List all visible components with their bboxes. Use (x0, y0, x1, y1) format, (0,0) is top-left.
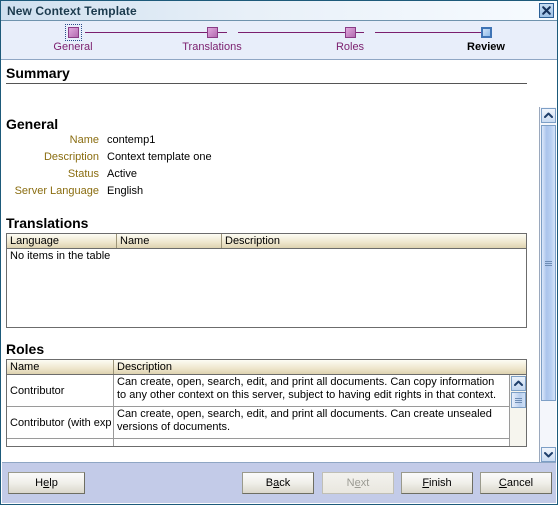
roles-table-header: Name Description (7, 360, 526, 375)
close-icon (542, 6, 551, 15)
role-description-cell: Can create, open, search, edit, and prin… (117, 408, 492, 433)
translations-col-language[interactable]: Language (7, 234, 117, 248)
roles-section-heading: Roles (6, 341, 45, 357)
field-label-status: Status (67, 168, 99, 180)
spacer-after-title (6, 84, 527, 112)
field-row-server-language: Server Language English (6, 185, 527, 202)
field-row-name: Name contemp1 (6, 134, 527, 151)
translations-table-header: Language Name Description (7, 234, 526, 249)
role-description-cell (114, 439, 509, 446)
table-row[interactable]: Contributor (with exp Can create, open, … (7, 407, 509, 439)
wizard-step-translations[interactable]: Translations (152, 21, 272, 53)
translations-table[interactable]: Language Name Description No items in th… (6, 233, 527, 328)
wizard-node-review (480, 27, 492, 38)
new-context-template-dialog: New Context Template General Translation… (0, 0, 558, 505)
window-title: New Context Template (7, 3, 137, 18)
back-button[interactable]: Back (242, 472, 314, 494)
close-button[interactable] (539, 3, 554, 18)
field-value-server-language: English (107, 185, 144, 197)
grip-icon (545, 260, 552, 266)
help-button[interactable]: Help (8, 472, 85, 494)
wizard-step-label-general: General (53, 41, 93, 53)
chevron-down-icon (544, 452, 553, 458)
summary-scroll-pane: Summary General Name contemp1 Descriptio… (2, 61, 557, 463)
wizard-step-roles[interactable]: Roles (290, 21, 410, 53)
field-value-status: Active (107, 168, 137, 180)
field-label-name: Name (69, 134, 99, 146)
roles-scroll-thumb[interactable] (510, 392, 526, 408)
general-field-list: Name contemp1 Description Context templa… (6, 134, 527, 202)
wizard-step-review[interactable]: Review (426, 21, 546, 53)
wizard-node-roles (344, 27, 356, 38)
roles-col-description[interactable]: Description (114, 360, 526, 374)
main-vertical-scrollbar[interactable] (539, 107, 556, 463)
page-title: Summary (6, 65, 70, 81)
table-row[interactable]: Contributor Can create, open, search, ed… (7, 375, 509, 407)
role-name-cell (7, 439, 114, 446)
wizard-step-bar: General Translations Roles Review (1, 21, 557, 60)
spacer-after-general (6, 202, 527, 211)
back-button-label: Back (265, 477, 291, 489)
field-label-description: Description (43, 151, 99, 163)
field-label-server-language: Server Language (14, 185, 99, 197)
scroll-thumb[interactable] (541, 125, 556, 401)
general-section-heading: General (6, 116, 59, 132)
dialog-footer: Help Back Next Finish Cancel (2, 462, 556, 503)
wizard-node-general (64, 24, 82, 41)
grip-icon (514, 397, 522, 403)
role-name-cell: Contributor (7, 375, 114, 406)
role-description-cell: Can create, open, search, edit, and prin… (117, 376, 497, 401)
role-name-cell: Contributor (with exp (7, 407, 114, 438)
roles-col-name[interactable]: Name (7, 360, 114, 374)
wizard-step-label-translations: Translations (182, 41, 242, 53)
wizard-step-label-review: Review (467, 41, 505, 53)
translations-col-name[interactable]: Name (117, 234, 222, 248)
field-value-name: contemp1 (107, 134, 156, 146)
finish-button-label: Finish (422, 477, 452, 489)
roles-table[interactable]: Name Description Contributor Can create,… (6, 359, 527, 447)
translations-col-description[interactable]: Description (222, 234, 526, 248)
next-button: Next (322, 472, 394, 494)
wizard-track: General Translations Roles Review (1, 21, 557, 59)
field-row-description: Description Context template one (6, 151, 527, 168)
wizard-step-label-roles: Roles (335, 41, 365, 53)
wizard-node-translations (206, 27, 218, 38)
help-button-label: Help (35, 477, 58, 489)
title-bar: New Context Template (1, 1, 557, 21)
scroll-down-button[interactable] (541, 447, 556, 462)
next-button-label: Next (346, 477, 370, 489)
spacer-after-translations (6, 328, 527, 337)
chevron-up-icon (513, 380, 523, 386)
finish-button[interactable]: Finish (401, 472, 473, 494)
roles-scroll-up-button[interactable] (510, 376, 526, 391)
cancel-button-label: Cancel (498, 477, 534, 489)
cancel-button[interactable]: Cancel (480, 472, 552, 494)
roles-table-scrollbar[interactable] (509, 375, 526, 446)
scroll-up-button[interactable] (541, 108, 556, 123)
wizard-step-general[interactable]: General (13, 21, 133, 53)
roles-table-body: Contributor Can create, open, search, ed… (7, 375, 509, 446)
field-row-status: Status Active (6, 168, 527, 185)
summary-content: Summary General Name contemp1 Descriptio… (2, 61, 533, 447)
field-value-description: Context template one (107, 151, 212, 163)
chevron-up-icon (544, 112, 553, 118)
table-row[interactable] (7, 439, 509, 446)
translations-section-heading: Translations (6, 215, 89, 231)
translations-empty-message: No items in the table (10, 250, 111, 262)
